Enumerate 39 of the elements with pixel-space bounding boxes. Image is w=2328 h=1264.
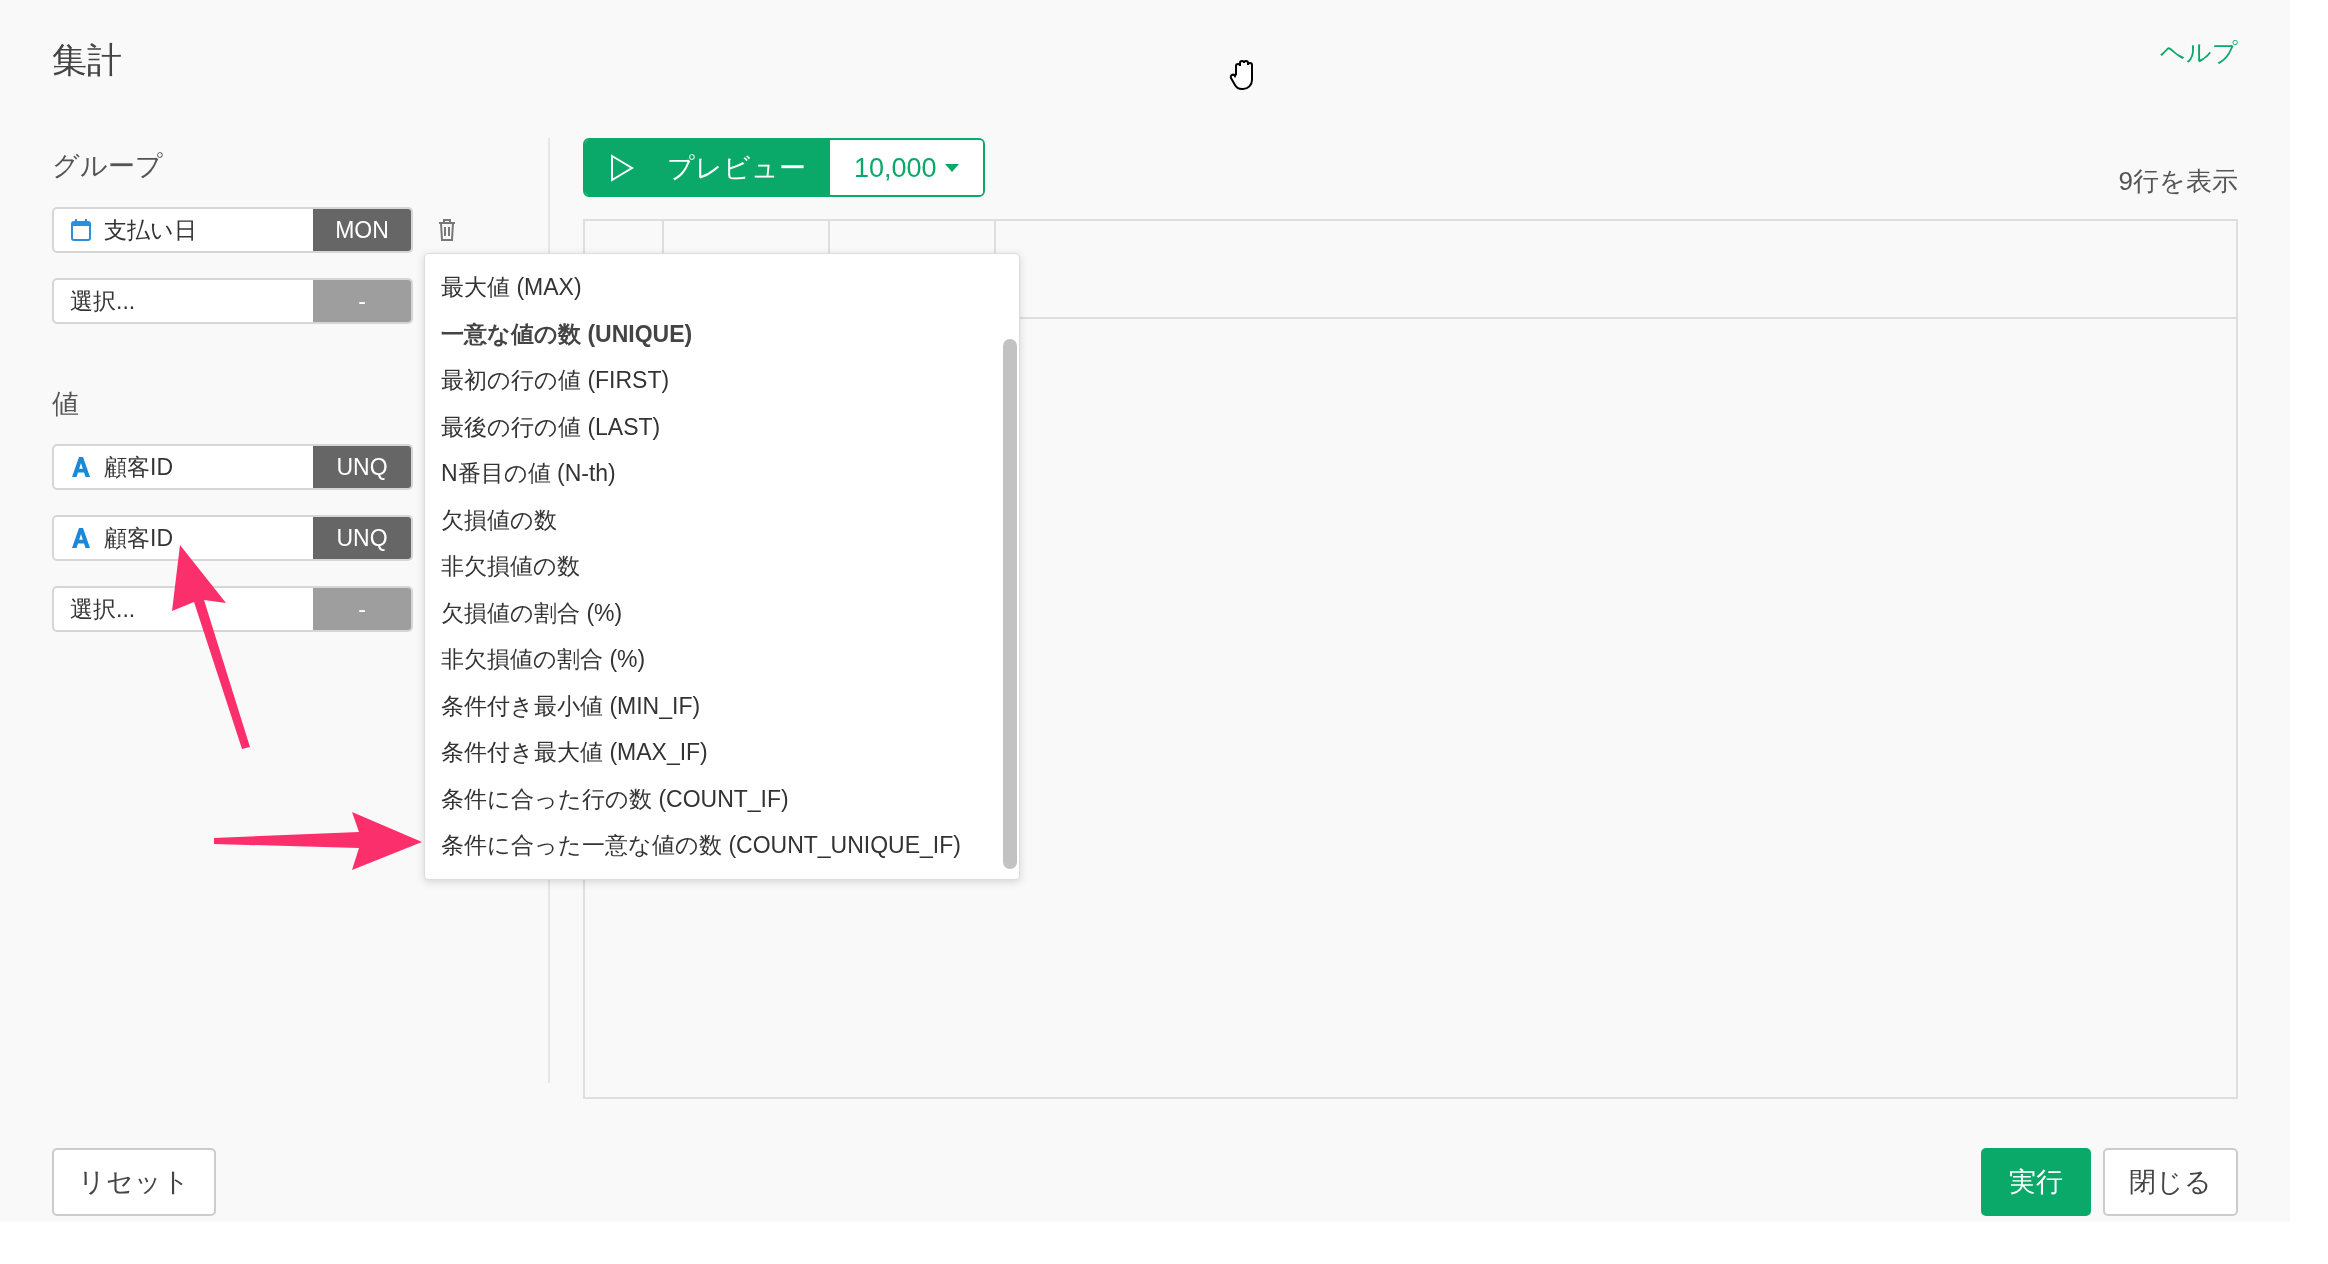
menu-item[interactable]: 最後の行の値 (LAST) — [425, 403, 1003, 450]
menu-item[interactable]: 欠損値の割合 (%) — [425, 589, 1003, 636]
section-label: 値 — [52, 387, 79, 421]
column-select[interactable]: 選択... - — [52, 277, 413, 324]
aggregation-badge[interactable]: UNQ — [313, 446, 411, 489]
column-select[interactable]: 顧客ID UNQ — [52, 444, 413, 491]
menu-item[interactable]: N番目の値 (N-th) — [425, 450, 1003, 497]
menu-item[interactable]: 最大値 (MAX) — [425, 264, 1003, 311]
trash-icon[interactable] — [437, 217, 457, 242]
select-placeholder: 選択... — [70, 286, 136, 316]
play-icon — [609, 153, 635, 182]
column-select[interactable]: 顧客ID UNQ — [52, 515, 413, 562]
menu-item[interactable]: 最初の行の値 (FIRST) — [425, 357, 1003, 404]
page-title: 集計 — [52, 39, 122, 81]
menu-item[interactable]: 欠損値の数 — [425, 496, 1003, 543]
menu-item[interactable]: 非欠損値の数 — [425, 543, 1003, 590]
letter-type-icon — [70, 526, 92, 551]
column-name: 支払い日 — [104, 215, 197, 245]
menu-item[interactable]: 非欠損値の割合 (%) — [425, 636, 1003, 683]
column-name: 顧客ID — [104, 524, 173, 554]
calendar-icon — [70, 217, 92, 242]
row-count: 9行を表示 — [2118, 165, 2238, 199]
column-select[interactable]: 選択... - — [52, 586, 413, 633]
menu-item[interactable]: 条件付き最小値 (MIN_IF) — [425, 682, 1003, 729]
menu-item[interactable]: 一意な値の数 (UNIQUE) — [425, 310, 1003, 357]
caret-icon — [944, 163, 959, 172]
column-select[interactable]: 支払い日 MON — [52, 206, 413, 253]
close-button[interactable]: 閉じる — [2103, 1148, 2238, 1216]
reset-button[interactable]: リセット — [52, 1148, 216, 1216]
section-label: グループ — [52, 150, 163, 184]
menu-item[interactable]: 条件に合った行の数 (COUNT_IF) — [425, 775, 1003, 822]
aggregation-badge[interactable]: MON — [313, 208, 411, 251]
menu-item[interactable]: 条件付き最大値 (MAX_IF) — [425, 729, 1003, 776]
menu-item[interactable]: 条件に合った一意な値の数 (COUNT_UNIQUE_IF) — [425, 822, 1003, 869]
letter-type-icon — [70, 455, 92, 480]
aggregation-badge[interactable]: UNQ — [313, 517, 411, 560]
select-placeholder: 選択... — [70, 595, 136, 625]
column-name: 顧客ID — [104, 453, 173, 483]
scrollbar-thumb[interactable] — [1003, 339, 1017, 869]
